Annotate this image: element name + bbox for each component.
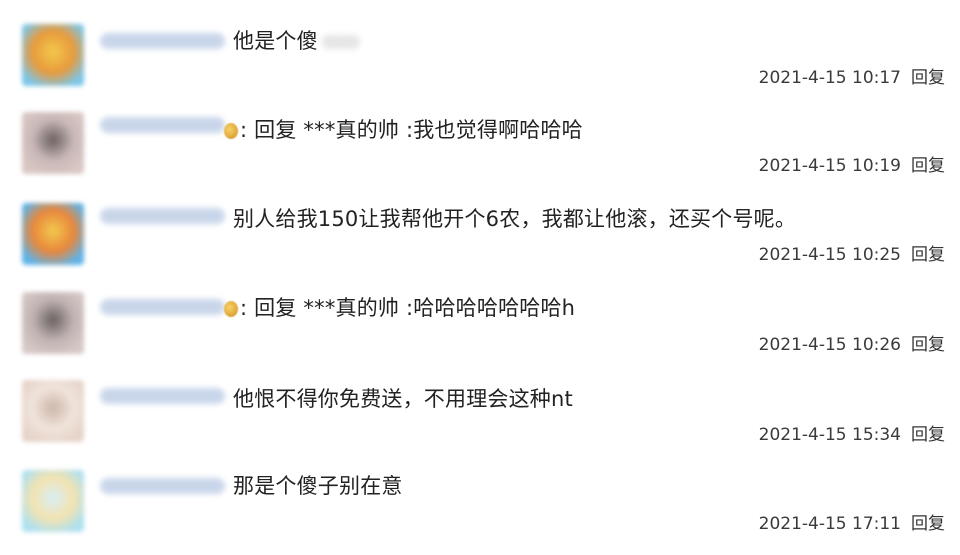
reply-link[interactable]: 回复 <box>911 514 945 534</box>
reply-link[interactable]: 回复 <box>911 335 945 355</box>
reply-link[interactable]: 回复 <box>911 68 945 88</box>
comment-text: 他是个傻 <box>233 27 360 55</box>
timestamp: 2021-4-15 17:11 <box>758 514 901 534</box>
timestamp: 2021-4-15 10:25 <box>758 245 901 265</box>
comment-meta: 2021-4-15 10:25 回复 <box>759 245 945 265</box>
avatar[interactable] <box>22 292 84 354</box>
avatar[interactable] <box>22 24 84 86</box>
timestamp: 2021-4-15 10:19 <box>758 156 901 176</box>
comment-item: : 回复 ***真的帅 :哈哈哈哈哈哈哈h 2021-4-15 10:26 回复 <box>0 267 960 355</box>
reply-link[interactable]: 回复 <box>911 245 945 265</box>
comment-meta: 2021-4-15 10:26 回复 <box>759 335 945 355</box>
comment-text-body: : 回复 ***真的帅 :我也觉得啊哈哈哈 <box>240 118 583 142</box>
comment-item: 别人给我150让我帮他开个6农，我都让他滚，还买个号呢。 2021-4-15 1… <box>0 178 960 266</box>
comment-meta: 2021-4-15 15:34 回复 <box>759 425 945 445</box>
comment-text: : 回复 ***真的帅 :哈哈哈哈哈哈哈h <box>224 294 575 322</box>
username-blurred[interactable] <box>100 388 225 404</box>
comment-text-body: 他恨不得你免费送，不用理会这种nt <box>233 387 573 411</box>
avatar[interactable] <box>22 470 84 532</box>
comment-item: 他恨不得你免费送，不用理会这种nt 2021-4-15 15:34 回复 <box>0 357 960 445</box>
username-blurred[interactable] <box>100 33 225 49</box>
reply-link[interactable]: 回复 <box>911 425 945 445</box>
username-blurred[interactable] <box>100 299 225 315</box>
avatar[interactable] <box>22 203 84 265</box>
blurred-text <box>321 35 360 49</box>
comment-text: 别人给我150让我帮他开个6农，我都让他滚，还买个号呢。 <box>233 205 796 233</box>
comment-text-body: 他是个傻 <box>233 29 318 53</box>
timestamp: 2021-4-15 15:34 <box>758 425 901 445</box>
emoji-icon <box>224 301 238 317</box>
comment-item: 他是个傻 2021-4-15 10:17 回复 <box>0 0 960 88</box>
comment-meta: 2021-4-15 17:11 回复 <box>759 514 945 534</box>
avatar[interactable] <box>22 380 84 442</box>
comment-text-body: 那是个傻子别在意 <box>233 474 403 498</box>
emoji-icon <box>224 123 238 139</box>
reply-link[interactable]: 回复 <box>911 156 945 176</box>
username-blurred[interactable] <box>100 117 225 133</box>
comment-item: 那是个傻子别在意 2021-4-15 17:11 回复 <box>0 445 960 534</box>
comment-text: 他恨不得你免费送，不用理会这种nt <box>233 385 573 413</box>
comment-text: 那是个傻子别在意 <box>233 472 403 500</box>
comment-meta: 2021-4-15 10:19 回复 <box>759 156 945 176</box>
timestamp: 2021-4-15 10:26 <box>758 335 901 355</box>
timestamp: 2021-4-15 10:17 <box>758 68 901 88</box>
comment-text-body: : 回复 ***真的帅 :哈哈哈哈哈哈哈h <box>240 296 576 320</box>
comment-item: : 回复 ***真的帅 :我也觉得啊哈哈哈 2021-4-15 10:19 回复 <box>0 90 960 178</box>
avatar[interactable] <box>22 112 84 174</box>
username-blurred[interactable] <box>100 478 225 494</box>
comment-list: 他是个傻 2021-4-15 10:17 回复 : 回复 ***真的帅 :我也觉得… <box>0 0 960 555</box>
comment-text-body: 别人给我150让我帮他开个6农，我都让他滚，还买个号呢。 <box>233 207 797 231</box>
comment-meta: 2021-4-15 10:17 回复 <box>759 68 945 88</box>
username-blurred[interactable] <box>100 208 225 224</box>
comment-text: : 回复 ***真的帅 :我也觉得啊哈哈哈 <box>224 116 583 144</box>
